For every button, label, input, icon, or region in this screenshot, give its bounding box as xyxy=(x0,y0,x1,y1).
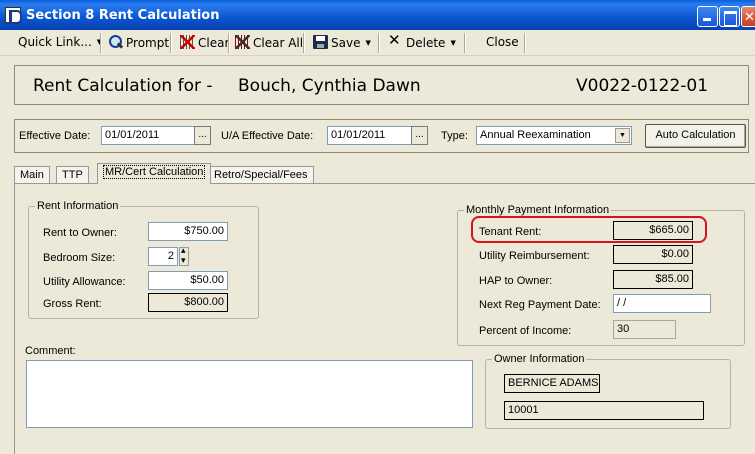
rent-to-owner-input[interactable]: $750.00 xyxy=(148,222,228,241)
tab-label: Retro/Special/Fees xyxy=(214,169,308,181)
toolbar-separator xyxy=(524,33,526,53)
clear-all-label: Clear All xyxy=(253,36,304,50)
floppy-disk-icon xyxy=(313,35,328,49)
utility-reimbursement-label: Utility Reimbursement: xyxy=(479,250,590,262)
delete-button[interactable]: Delete ▼ xyxy=(388,33,456,53)
utility-allowance-label: Utility Allowance: xyxy=(43,276,126,288)
maximize-button[interactable] xyxy=(719,6,740,27)
delete-x-icon xyxy=(388,33,403,49)
monthly-payment-title: Monthly Payment Information xyxy=(464,204,612,216)
window-title: Section 8 Rent Calculation xyxy=(26,8,220,23)
record-header: Rent Calculation for - Bouch, Cynthia Da… xyxy=(14,65,749,105)
bedroom-size-stepper[interactable] xyxy=(179,245,189,266)
toolbar-separator xyxy=(464,33,466,53)
toolbar-separator xyxy=(170,33,172,53)
tab-panel: Rent Information Rent to Owner: $750.00 … xyxy=(14,183,755,454)
save-label: Save xyxy=(331,36,361,50)
ua-effective-date-picker-button[interactable]: ... xyxy=(411,126,428,145)
quick-link-label: Quick Link... xyxy=(18,35,92,49)
effective-date-row: Effective Date: 01/01/2011 ... U/A Effec… xyxy=(14,119,749,153)
clear-label: Clear xyxy=(198,36,230,50)
auto-calculation-button[interactable]: Auto Calculation xyxy=(645,124,746,148)
header-label: Rent Calculation for - xyxy=(33,76,213,96)
type-select[interactable]: Annual Reexamination ▼ xyxy=(476,126,632,145)
tab-label: MR/Cert Calculation xyxy=(103,165,206,179)
gross-rent-value: $800.00 xyxy=(148,293,228,312)
tab-ttp[interactable]: TTP xyxy=(56,166,89,184)
owner-name-value: BERNICE ADAMS xyxy=(504,374,600,393)
chevron-down-icon: ▼ xyxy=(450,39,456,47)
close-label: Close xyxy=(486,35,519,49)
type-label: Type: xyxy=(441,130,468,142)
tab-label: Main xyxy=(20,169,44,181)
minimize-button[interactable] xyxy=(697,6,718,27)
effective-date-label: Effective Date: xyxy=(19,130,91,142)
owner-id-value: 10001 xyxy=(504,401,704,420)
clear-all-icon xyxy=(235,35,250,49)
clear-button[interactable]: Clear xyxy=(180,35,229,53)
ua-effective-date-label: U/A Effective Date: xyxy=(221,130,314,142)
hap-to-owner-label: HAP to Owner: xyxy=(479,275,553,287)
title-bar: Section 8 Rent Calculation xyxy=(0,0,755,30)
close-button[interactable]: Close xyxy=(486,35,519,53)
owner-information-title: Owner Information xyxy=(492,353,587,365)
close-window-button[interactable] xyxy=(741,6,755,27)
comment-label: Comment: xyxy=(25,345,76,357)
prompt-label: Prompt xyxy=(126,36,170,50)
hap-to-owner-value: $85.00 xyxy=(613,270,693,289)
effective-date-picker-button[interactable]: ... xyxy=(194,126,211,145)
next-reg-payment-date-label: Next Reg Payment Date: xyxy=(479,299,601,311)
gross-rent-label: Gross Rent: xyxy=(43,298,102,310)
delete-label: Delete xyxy=(406,36,446,50)
comment-textarea[interactable] xyxy=(26,360,473,428)
app-icon xyxy=(5,7,22,24)
next-reg-payment-date-input[interactable]: / / xyxy=(613,294,711,313)
clear-all-button[interactable]: Clear All xyxy=(235,35,303,53)
save-button[interactable]: Save ▼ xyxy=(313,35,371,53)
dropdown-arrow-icon[interactable]: ▼ xyxy=(615,128,630,143)
tenant-id: V0022-0122-01 xyxy=(576,76,709,96)
toolbar-separator xyxy=(303,33,305,53)
prompt-button[interactable]: Prompt xyxy=(108,35,169,53)
rent-information-title: Rent Information xyxy=(35,200,121,212)
quick-link-button[interactable]: Quick Link... ▼ xyxy=(18,35,102,53)
percent-of-income-value: 30 xyxy=(613,320,676,339)
type-selected-value: Annual Reexamination xyxy=(480,129,591,141)
clear-icon xyxy=(180,35,195,49)
tab-retro-special-fees[interactable]: Retro/Special/Fees xyxy=(208,166,314,184)
toolbar-separator xyxy=(100,33,102,53)
bedroom-size-input[interactable]: 2 xyxy=(148,247,178,266)
tenant-rent-label: Tenant Rent: xyxy=(479,226,542,238)
ua-effective-date-input[interactable]: 01/01/2011 xyxy=(327,126,413,145)
tenant-rent-value: $665.00 xyxy=(613,221,693,240)
tab-mr-cert-calculation[interactable]: MR/Cert Calculation xyxy=(97,163,212,184)
tab-label: TTP xyxy=(62,169,83,181)
search-icon xyxy=(108,35,123,49)
utility-allowance-input[interactable]: $50.00 xyxy=(148,271,228,290)
tab-main[interactable]: Main xyxy=(14,166,50,184)
toolbar: Quick Link... ▼ Prompt Clear Clear All Sa… xyxy=(0,30,755,56)
effective-date-input[interactable]: 01/01/2011 xyxy=(101,126,196,145)
rent-to-owner-label: Rent to Owner: xyxy=(43,227,117,239)
toolbar-separator xyxy=(378,33,380,53)
toolbar-separator xyxy=(228,33,230,53)
utility-reimbursement-value: $0.00 xyxy=(613,245,693,264)
chevron-down-icon: ▼ xyxy=(365,39,371,47)
bedroom-size-label: Bedroom Size: xyxy=(43,252,116,264)
tenant-name: Bouch, Cynthia Dawn xyxy=(238,76,421,96)
percent-of-income-label: Percent of Income: xyxy=(479,325,572,337)
